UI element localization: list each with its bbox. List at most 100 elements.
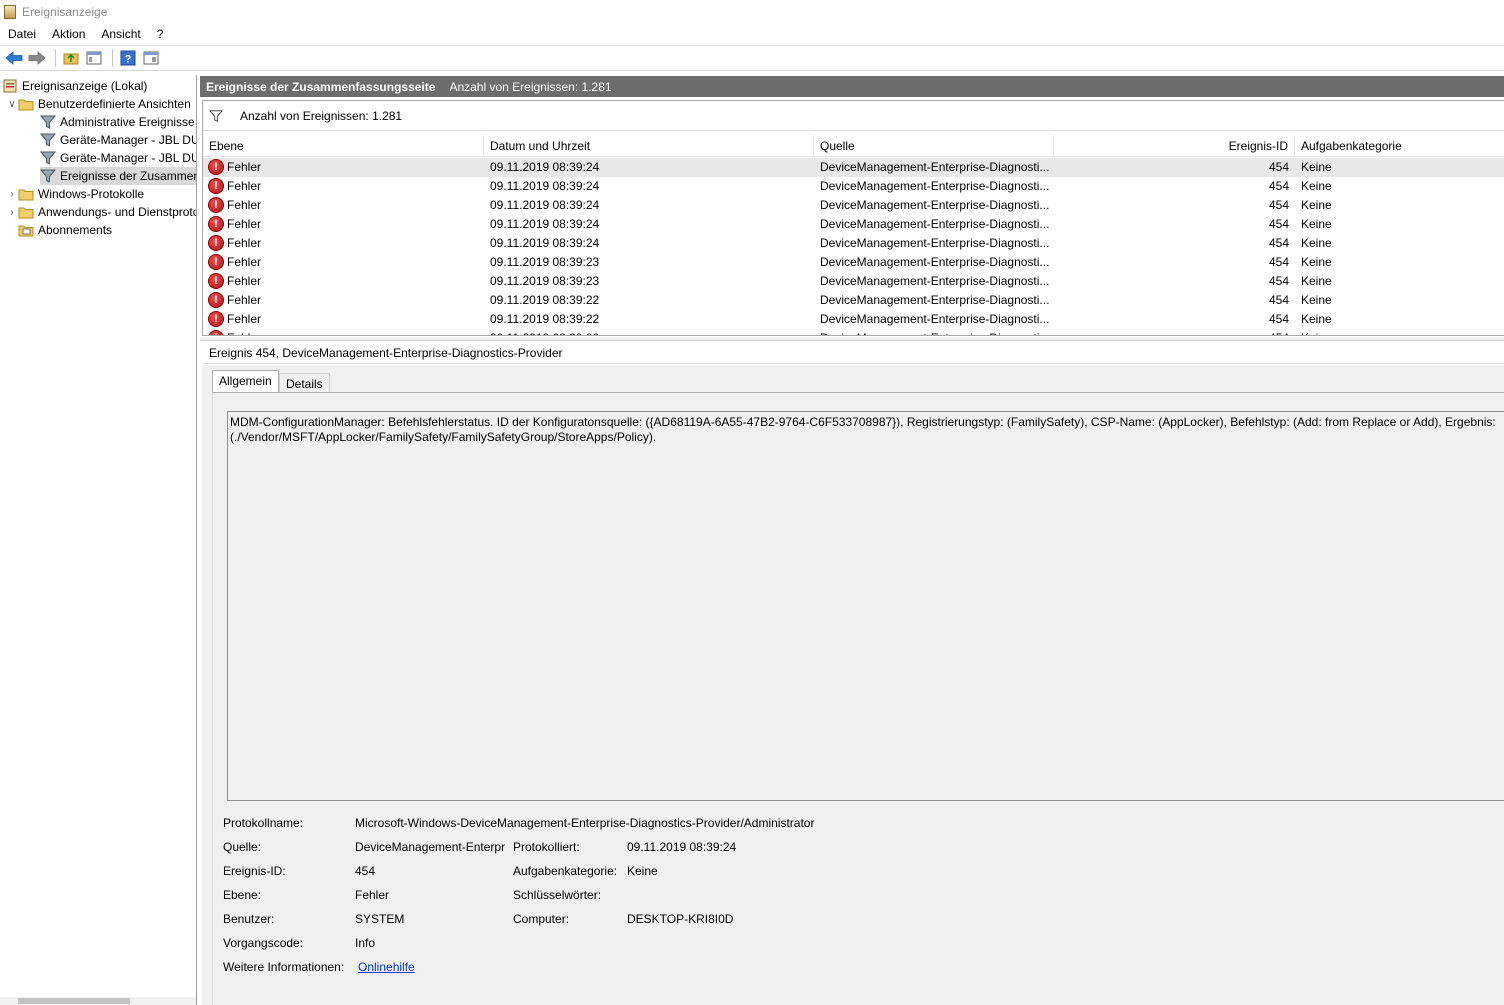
col-aufgabenkategorie[interactable]: Aufgabenkategorie — [1295, 135, 1504, 157]
menu-help[interactable]: ? — [149, 24, 172, 44]
tree-item-geraete-manager-2[interactable]: Geräte-Manager - JBL DUET BT — [40, 149, 196, 167]
table-row[interactable]: ! Fehler 09.11.2019 08:39:24 DeviceManageme… — [203, 215, 1504, 234]
cell-datum-uhrzeit: 09.11.2019 08:39:22 — [490, 293, 600, 307]
filter-icon — [209, 109, 223, 122]
filter-icon — [40, 150, 56, 166]
label-benutzer: Benutzer: — [223, 912, 275, 926]
tree-item-ereignisanzeige[interactable]: Ereignisanzeige (Lokal) — [2, 77, 147, 95]
error-icon: ! — [208, 254, 224, 270]
table-row[interactable]: ! Fehler 09.11.2019 08:39:23 DeviceManageme… — [203, 272, 1504, 291]
table-row[interactable]: !Fehler 09.11.2019 08:39:22 DeviceManageme… — [203, 329, 1504, 335]
chevron-down-icon[interactable]: ∨ — [6, 98, 18, 110]
cell-ebene: Fehler — [227, 236, 262, 250]
label-ereignis-id: Ereignis-ID: — [223, 864, 286, 878]
subscriptions-icon — [18, 222, 34, 238]
cell-ereignis-id: 454 — [1268, 217, 1289, 231]
tree-item-label: Windows-Protokolle — [38, 187, 145, 201]
forward-button[interactable] — [27, 48, 47, 68]
table-row[interactable]: ! Fehler 09.11.2019 08:39:23 DeviceManageme… — [203, 253, 1504, 272]
tree-item-label: Ereignisanzeige (Lokal) — [22, 79, 148, 93]
value-protokolliert: 09.11.2019 08:39:24 — [627, 840, 737, 854]
error-icon: ! — [208, 330, 224, 335]
tree-item-geraete-manager-1[interactable]: Geräte-Manager - JBL DUET BT — [40, 131, 196, 149]
event-viewer-icon — [2, 78, 18, 94]
cell-ebene: Fehler — [227, 160, 262, 174]
cell-aufgabenkategorie: Keine — [1301, 274, 1332, 288]
error-icon: ! — [208, 273, 224, 289]
filter-icon — [40, 114, 56, 130]
menu-datei[interactable]: Datei — [0, 24, 44, 44]
label-weitere-informationen: Weitere Informationen: — [223, 960, 345, 974]
event-description[interactable]: MDM-ConfigurationManager: Befehlsfehlers… — [227, 411, 1504, 801]
table-row[interactable]: !Fehler 09.11.2019 08:39:22 DeviceManageme… — [203, 291, 1504, 310]
label-schluesselwoerter: Schlüsselwörter: — [513, 888, 602, 902]
onlinehilfe-link[interactable]: Onlinehilfe — [358, 960, 415, 974]
show-hide-tree-button[interactable] — [84, 48, 104, 68]
tree-item-windows-protokolle[interactable]: › Windows-Protokolle — [6, 185, 144, 203]
error-icon: ! — [208, 235, 224, 251]
tree-item-abonnements[interactable]: Abonnements — [18, 221, 112, 239]
cell-ebene: Fehler — [227, 179, 262, 193]
cell-aufgabenkategorie: Keine — [1301, 236, 1332, 250]
cell-quelle: DeviceManagement-Enterprise-Diagnosti... — [820, 198, 1050, 212]
tree-horizontal-scrollbar[interactable] — [0, 997, 196, 1005]
col-ebene[interactable]: Ebene — [203, 135, 484, 157]
col-datum-uhrzeit[interactable]: Datum und Uhrzeit — [484, 135, 814, 157]
value-computer: DESKTOP-KRI8I0D — [627, 912, 734, 926]
chevron-right-icon[interactable]: › — [6, 206, 18, 218]
arrow-right-icon — [28, 51, 46, 65]
tree-item-label: Ereignisse der Zusammenfassungsseite — [60, 169, 196, 183]
table-row[interactable]: ! Fehler 09.11.2019 08:39:24 DeviceManageme… — [203, 196, 1504, 215]
tree-item-anwendungs-dienstprotokolle[interactable]: › Anwendungs- und Dienstprotokolle — [6, 203, 196, 221]
cell-ereignis-id: 454 — [1268, 255, 1289, 269]
filter-icon — [40, 168, 56, 184]
cell-datum-uhrzeit: 09.11.2019 08:39:24 — [490, 198, 600, 212]
table-row[interactable]: ! Fehler 09.11.2019 08:39:24 DeviceManageme… — [203, 177, 1504, 196]
toolbar-separator — [55, 49, 56, 67]
cell-aufgabenkategorie: Keine — [1301, 255, 1332, 269]
filter-icon — [40, 132, 56, 148]
chevron-right-icon[interactable]: › — [6, 188, 18, 200]
help-button[interactable]: ? — [118, 48, 138, 68]
error-icon: ! — [208, 159, 224, 175]
col-ereignis-id[interactable]: Ereignis-ID — [1054, 135, 1295, 157]
up-button[interactable] — [61, 48, 81, 68]
tree-item-label: Geräte-Manager - JBL DUET BT — [60, 151, 196, 165]
cell-datum-uhrzeit: 09.11.2019 08:39:24 — [490, 179, 600, 193]
folder-icon — [18, 186, 34, 202]
tree-item-administrative-ereignisse[interactable]: Administrative Ereignisse — [40, 113, 195, 131]
table-row[interactable]: ! Fehler 09.11.2019 08:39:24 DeviceManageme… — [203, 234, 1504, 253]
window-title: Ereignisanzeige — [22, 5, 108, 19]
cell-ereignis-id: 454 — [1268, 179, 1289, 193]
scrollbar-thumb[interactable] — [18, 998, 130, 1004]
col-quelle[interactable]: Quelle — [814, 135, 1054, 157]
svg-text:?: ? — [125, 54, 132, 66]
cell-quelle: DeviceManagement-Enterprise-Diagnosti... — [820, 329, 1052, 335]
view-title: Ereignisse der Zusammenfassungsseite — [206, 79, 436, 94]
help-icon: ? — [120, 50, 136, 66]
detail-title: Ereignis 454, DeviceManagement-Enterpris… — [202, 342, 1504, 364]
tree-item-label: Abonnements — [38, 223, 113, 237]
tab-allgemein[interactable]: Allgemein — [212, 370, 279, 394]
error-icon: ! — [208, 197, 224, 213]
navigation-tree: Ereignisanzeige (Lokal) ∨ Benutzerdefini… — [0, 75, 197, 1005]
cell-ereignis-id: 454 — [1054, 329, 1289, 335]
label-vorgangscode: Vorgangscode: — [223, 936, 304, 950]
cell-ebene: Fehler — [227, 274, 262, 288]
description-line: (./Vendor/MSFT/AppLocker/FamilySafety/Fa… — [230, 430, 657, 444]
table-row[interactable]: ! Fehler 09.11.2019 08:39:24 DeviceManageme… — [203, 158, 1504, 177]
table-row[interactable]: !Fehler 09.11.2019 08:39:22 DeviceManageme… — [203, 310, 1504, 329]
title-bar: Ereignisanzeige — [0, 0, 1504, 24]
menu-aktion[interactable]: Aktion — [44, 24, 93, 44]
cell-aufgabenkategorie: Keine — [1301, 312, 1332, 326]
show-hide-action-button[interactable] — [141, 48, 161, 68]
menu-ansicht[interactable]: Ansicht — [93, 24, 148, 44]
cell-quelle: DeviceManagement-Enterprise-Diagnosti... — [820, 160, 1050, 174]
tree-item-ereignisse-zusammenfassung[interactable]: Ereignisse der Zusammenfassungsseite — [40, 167, 196, 185]
back-button[interactable] — [4, 48, 24, 68]
pane-splitter[interactable] — [200, 337, 1504, 341]
error-icon: ! — [208, 292, 224, 308]
label-protokollname: Protokollname: — [223, 816, 304, 830]
tree-item-benutzerdefinierte-ansichten[interactable]: ∨ Benutzerdefinierte Ansichten — [6, 95, 190, 113]
column-header: Ebene Datum und Uhrzeit Quelle Ereignis-… — [203, 135, 1504, 157]
